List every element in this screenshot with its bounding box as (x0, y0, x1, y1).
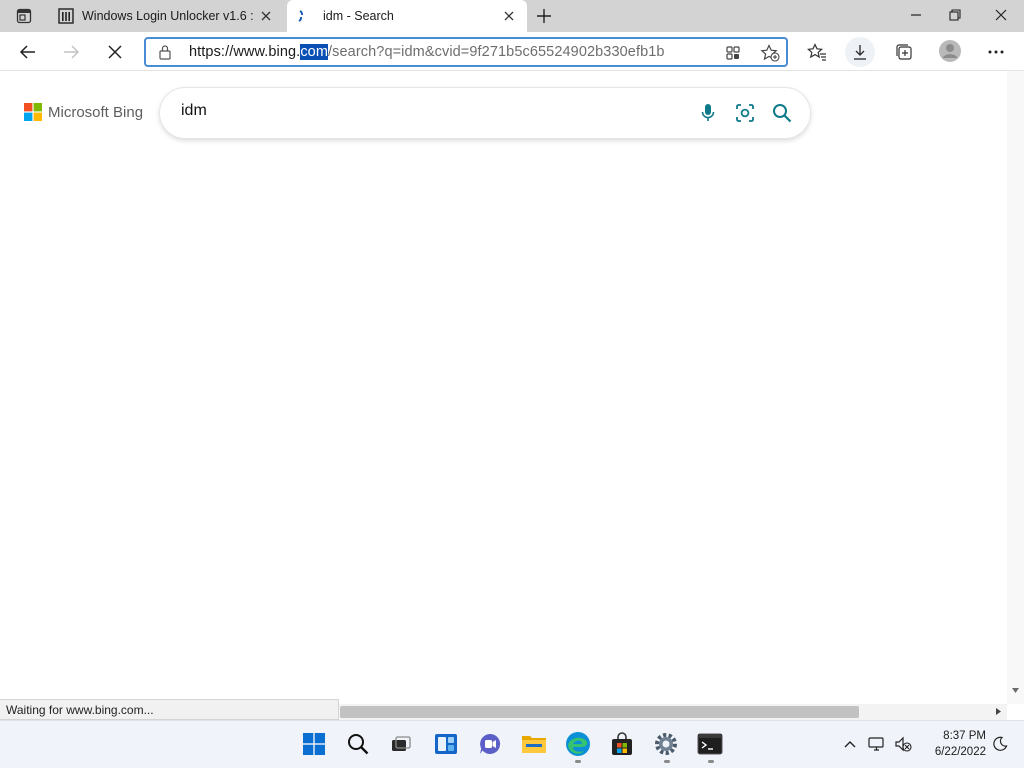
close-tab-icon[interactable] (260, 10, 272, 22)
archive-icon (58, 8, 74, 24)
teams-chat-icon[interactable] (470, 724, 510, 764)
microsoft-bing-logo[interactable]: Microsoft Bing (24, 103, 143, 121)
more-menu-icon[interactable] (982, 38, 1010, 66)
volume-muted-icon[interactable] (892, 734, 914, 754)
vertical-scrollbar[interactable] (1007, 71, 1024, 704)
close-tab-icon[interactable] (503, 10, 515, 22)
search-input[interactable]: idm (181, 102, 207, 120)
file-explorer-icon[interactable] (514, 724, 554, 764)
terminal-icon[interactable] (690, 724, 730, 764)
restore-window-icon[interactable] (932, 0, 978, 30)
web-page-content (0, 71, 1007, 704)
tab-actions-icon[interactable] (12, 6, 36, 26)
taskbar-search-icon[interactable] (338, 724, 378, 764)
scroll-down-arrow-icon[interactable] (1011, 686, 1020, 695)
bing-logo-text: Microsoft Bing (48, 103, 144, 121)
url-text[interactable]: https://www.bing.com/search?q=idm&cvid=9… (189, 44, 714, 64)
url-path: /search?q=idm&cvid=9f271b5c65524902b330e… (328, 44, 665, 60)
downloads-icon[interactable] (845, 37, 875, 67)
system-clock[interactable]: 8:37 PM 6/22/2022 (920, 728, 986, 760)
edge-browser-icon[interactable] (558, 724, 598, 764)
widgets-icon[interactable] (426, 724, 466, 764)
edge-running-indicator (575, 760, 581, 763)
visual-search-icon[interactable] (735, 103, 755, 123)
do-not-disturb-moon-icon[interactable] (990, 734, 1010, 754)
show-hidden-icons-chevron-icon[interactable] (840, 734, 860, 754)
microphone-icon[interactable] (701, 103, 715, 123)
settings-gear-icon[interactable] (646, 724, 686, 764)
back-arrow-icon[interactable] (14, 38, 42, 66)
horizontal-scrollbar-thumb[interactable] (340, 706, 859, 718)
favorites-icon[interactable] (803, 38, 831, 66)
app-available-icon[interactable] (725, 45, 741, 61)
tab-strip: Windows Login Unlocker v1.6 : C idm - Se… (0, 0, 1024, 32)
start-button[interactable] (294, 724, 334, 764)
search-icon[interactable] (772, 103, 792, 123)
profile-avatar-icon[interactable] (936, 37, 964, 65)
settings-running-indicator (664, 760, 670, 763)
network-icon[interactable] (866, 734, 888, 754)
url-selection: com (300, 44, 329, 60)
add-favorite-icon[interactable] (760, 44, 780, 62)
terminal-running-indicator (708, 760, 714, 763)
address-bar[interactable]: https://www.bing.com/search?q=idm&cvid=9… (144, 37, 788, 67)
collections-icon[interactable] (890, 38, 918, 66)
microsoft-logo-icon (24, 103, 42, 121)
clock-time: 8:37 PM (943, 730, 986, 742)
url-scheme: https:// (189, 44, 234, 60)
clock-date: 6/22/2022 (934, 746, 986, 758)
tab-idm-search[interactable]: idm - Search (287, 0, 527, 32)
microsoft-store-icon[interactable] (602, 724, 642, 764)
status-bar: Waiting for www.bing.com... (0, 699, 339, 720)
windows-logo-icon (303, 733, 325, 755)
tab-windows-login-unlocker[interactable]: Windows Login Unlocker v1.6 : C (48, 0, 284, 32)
lock-icon[interactable] (158, 44, 172, 60)
loading-spinner-icon (295, 9, 307, 23)
new-tab-icon[interactable] (532, 4, 556, 28)
scroll-right-arrow-icon[interactable] (994, 707, 1003, 716)
stop-loading-icon[interactable] (101, 38, 129, 66)
url-host: www.bing. (233, 44, 301, 60)
task-view-icon[interactable] (381, 724, 421, 764)
close-window-icon[interactable] (978, 0, 1024, 30)
forward-arrow-icon[interactable] (57, 38, 85, 66)
tab-title: Windows Login Unlocker v1.6 : C (82, 9, 256, 23)
tab-title: idm - Search (323, 9, 394, 23)
search-box[interactable]: idm (160, 88, 810, 138)
